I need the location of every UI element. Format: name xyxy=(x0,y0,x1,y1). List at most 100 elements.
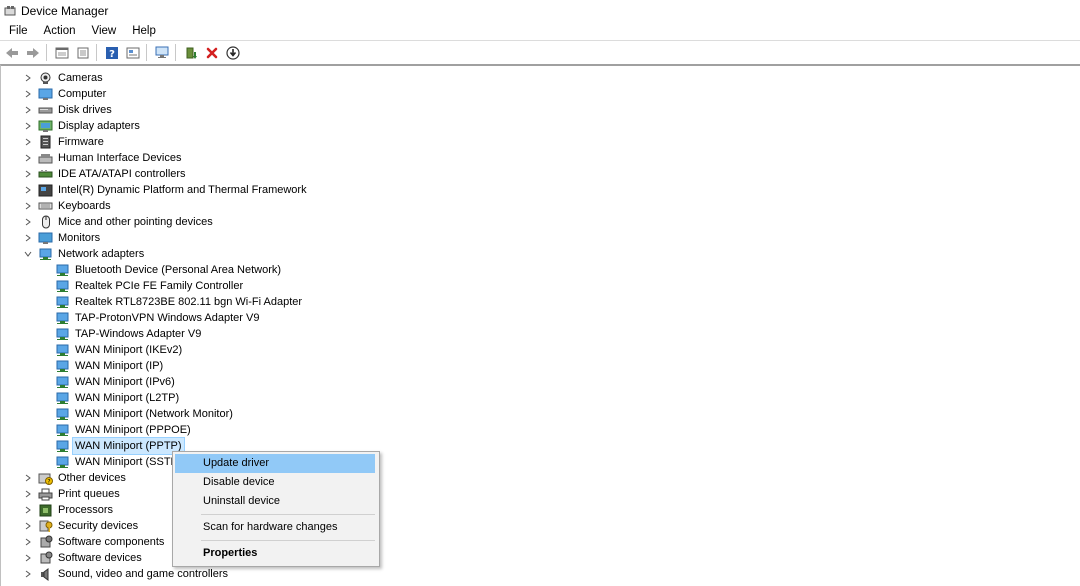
network-adapter-icon xyxy=(55,375,70,389)
toolbar-separator xyxy=(175,44,176,61)
properties-view-button[interactable] xyxy=(53,44,71,62)
tree-device-network-adapter[interactable]: Realtek RTL8723BE 802.11 bgn Wi-Fi Adapt… xyxy=(1,294,1080,310)
network-adapter-icon xyxy=(55,423,70,437)
chevron-right-icon[interactable] xyxy=(22,486,34,502)
chevron-right-icon[interactable] xyxy=(22,470,34,486)
svg-text:?: ? xyxy=(109,49,115,60)
chevron-right-icon[interactable] xyxy=(22,182,34,198)
tree-device-label: TAP-ProtonVPN Windows Adapter V9 xyxy=(75,312,260,324)
device-tree: Cameras Computer Disk drives Display ada… xyxy=(1,70,1080,582)
tree-device-label: TAP-Windows Adapter V9 xyxy=(75,328,202,340)
chevron-right-icon[interactable] xyxy=(22,502,34,518)
tree-device-network-adapter[interactable]: WAN Miniport (IPv6) xyxy=(1,374,1080,390)
show-hidden-button[interactable] xyxy=(124,44,142,62)
chevron-right-icon[interactable] xyxy=(22,102,34,118)
printer-icon xyxy=(38,487,53,501)
tree-device-network-adapter[interactable]: WAN Miniport (SSTP xyxy=(1,454,1080,470)
speaker-icon xyxy=(38,567,53,581)
tree-category-sound-video-game[interactable]: Sound, video and game controllers xyxy=(1,566,1080,582)
chevron-right-icon[interactable] xyxy=(22,70,34,86)
help-button[interactable]: ? xyxy=(103,44,121,62)
tree-category-mice[interactable]: Mice and other pointing devices xyxy=(1,214,1080,230)
tree-device-network-adapter[interactable]: TAP-ProtonVPN Windows Adapter V9 xyxy=(1,310,1080,326)
menu-help[interactable]: Help xyxy=(124,25,164,37)
menu-uninstall-device[interactable]: Uninstall device xyxy=(175,492,375,511)
tree-device-network-adapter[interactable]: WAN Miniport (IP) xyxy=(1,358,1080,374)
menu-disable-device[interactable]: Disable device xyxy=(175,473,375,492)
enable-device-button[interactable] xyxy=(224,44,242,62)
tree-category-label: Keyboards xyxy=(58,200,111,212)
scan-hardware-button[interactable] xyxy=(153,44,171,62)
menu-file[interactable]: File xyxy=(0,25,36,37)
chevron-down-icon[interactable] xyxy=(22,246,34,262)
menu-properties[interactable]: Properties xyxy=(175,544,375,563)
tree-category-firmware[interactable]: Firmware xyxy=(1,134,1080,150)
tree-device-network-adapter[interactable]: TAP-Windows Adapter V9 xyxy=(1,326,1080,342)
chevron-right-icon[interactable] xyxy=(22,534,34,550)
firmware-icon xyxy=(38,135,53,149)
tree-category-software-components[interactable]: Software components xyxy=(1,534,1080,550)
tree-category-processors[interactable]: Processors xyxy=(1,502,1080,518)
tree-device-label: WAN Miniport (Network Monitor) xyxy=(75,408,233,420)
menu-view[interactable]: View xyxy=(84,25,125,37)
back-button[interactable] xyxy=(3,44,21,62)
chevron-right-icon[interactable] xyxy=(22,550,34,566)
tree-category-monitors[interactable]: Monitors xyxy=(1,230,1080,246)
menu-scan-hardware[interactable]: Scan for hardware changes xyxy=(175,518,375,537)
tree-device-label: Bluetooth Device (Personal Area Network) xyxy=(75,264,282,276)
scan-hardware-icon xyxy=(155,46,168,58)
uninstall-icon xyxy=(206,47,218,58)
menu-action[interactable]: Action xyxy=(36,25,84,37)
tree-category-label: Mice and other pointing devices xyxy=(58,216,213,228)
tree-category-label: Software components xyxy=(58,536,165,548)
tree-device-network-adapter-selected[interactable]: WAN Miniport (PPTP) xyxy=(1,437,1080,455)
update-driver-button[interactable] xyxy=(182,44,200,62)
chevron-right-icon[interactable] xyxy=(22,214,34,230)
tree-category-ide-controllers[interactable]: IDE ATA/ATAPI controllers xyxy=(1,166,1080,182)
chevron-right-icon[interactable] xyxy=(22,166,34,182)
update-driver-icon xyxy=(186,47,197,59)
network-adapter-icon xyxy=(55,311,70,325)
forward-button[interactable] xyxy=(24,44,42,62)
tree-category-display-adapters[interactable]: Display adapters xyxy=(1,118,1080,134)
tree-category-label: Cameras xyxy=(58,72,103,84)
tree-device-network-adapter[interactable]: WAN Miniport (PPPOE) xyxy=(1,422,1080,438)
tree-category-other-devices[interactable]: ? Other devices xyxy=(1,470,1080,486)
chevron-right-icon[interactable] xyxy=(22,134,34,150)
network-adapter-icon xyxy=(55,359,70,373)
menu-update-driver[interactable]: Update driver xyxy=(175,454,375,473)
tree-category-software-devices[interactable]: Software devices xyxy=(1,550,1080,566)
tree-device-network-adapter[interactable]: Bluetooth Device (Personal Area Network) xyxy=(1,262,1080,278)
tree-category-intel-thermal[interactable]: Intel(R) Dynamic Platform and Thermal Fr… xyxy=(1,182,1080,198)
tree-device-network-adapter[interactable]: WAN Miniport (Network Monitor) xyxy=(1,406,1080,422)
context-menu: Update driver Disable device Uninstall d… xyxy=(172,451,380,567)
chevron-right-icon[interactable] xyxy=(22,230,34,246)
tree-category-disk-drives[interactable]: Disk drives xyxy=(1,102,1080,118)
tree-category-keyboards[interactable]: Keyboards xyxy=(1,198,1080,214)
chevron-right-icon[interactable] xyxy=(22,86,34,102)
view-button[interactable] xyxy=(74,44,92,62)
chevron-right-icon[interactable] xyxy=(22,566,34,582)
uninstall-button[interactable] xyxy=(203,44,221,62)
chevron-right-icon[interactable] xyxy=(22,118,34,134)
tree-category-label: Computer xyxy=(58,88,107,100)
back-icon xyxy=(6,47,18,58)
display-adapter-icon xyxy=(38,119,53,133)
tree-category-security-devices[interactable]: Security devices xyxy=(1,518,1080,534)
chevron-right-icon[interactable] xyxy=(22,198,34,214)
computer-icon xyxy=(38,87,53,101)
tree-device-network-adapter[interactable]: WAN Miniport (IKEv2) xyxy=(1,342,1080,358)
forward-icon xyxy=(27,47,39,58)
toolbar-separator xyxy=(146,44,147,61)
tree-category-label: Firmware xyxy=(58,136,104,148)
chevron-right-icon[interactable] xyxy=(22,150,34,166)
tree-category-cameras[interactable]: Cameras xyxy=(1,70,1080,86)
tree-category-print-queues[interactable]: Print queues xyxy=(1,486,1080,502)
tree-device-network-adapter[interactable]: WAN Miniport (L2TP) xyxy=(1,390,1080,406)
tree-category-network-adapters[interactable]: Network adapters xyxy=(1,246,1080,262)
chevron-right-icon[interactable] xyxy=(22,518,34,534)
ide-controller-icon xyxy=(38,167,53,181)
tree-category-human-interface-devices[interactable]: Human Interface Devices xyxy=(1,150,1080,166)
tree-device-network-adapter[interactable]: Realtek PCIe FE Family Controller xyxy=(1,278,1080,294)
tree-category-computer[interactable]: Computer xyxy=(1,86,1080,102)
